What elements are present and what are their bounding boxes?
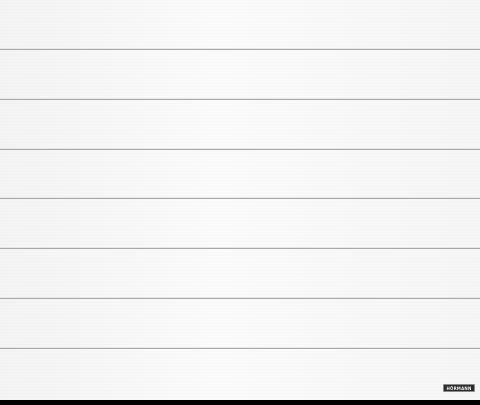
brand-logo-plate: HÖRMANN (443, 384, 475, 392)
brand-logo-text: HÖRMANN (446, 385, 472, 391)
floor-shadow (0, 400, 480, 405)
garage-door: HÖRMANN (0, 0, 480, 400)
door-panel (0, 50, 480, 99)
door-panel (0, 150, 480, 199)
door-panel (0, 249, 480, 298)
door-panel (0, 199, 480, 248)
door-panel (0, 100, 480, 149)
door-panel (0, 0, 480, 49)
door-panel (0, 299, 480, 348)
door-panel (0, 349, 480, 400)
